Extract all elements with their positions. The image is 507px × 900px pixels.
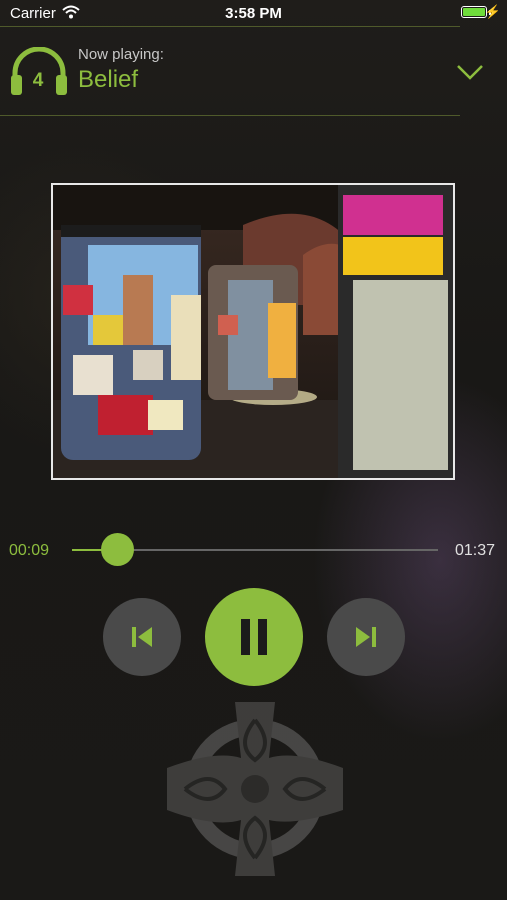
progress-slider-thumb[interactable]: [101, 533, 134, 566]
exhibition-photo: [53, 185, 453, 478]
battery-icon: [461, 6, 487, 18]
next-icon: [356, 627, 376, 647]
now-playing-label: Now playing:: [78, 46, 164, 63]
total-duration: 01:37: [455, 542, 496, 559]
pause-icon: [241, 619, 267, 655]
chevron-down-icon[interactable]: [452, 58, 488, 84]
track-artwork: [51, 183, 455, 480]
next-button[interactable]: [327, 598, 405, 676]
clock: 3:58 PM: [225, 5, 282, 22]
previous-button[interactable]: [103, 598, 181, 676]
pause-button[interactable]: [205, 588, 303, 686]
now-playing-header: [0, 27, 507, 115]
status-bar: Carrier 3:58 PM ⚡: [0, 0, 507, 28]
celtic-cross-icon: [167, 702, 343, 876]
previous-icon: [132, 627, 152, 647]
track-number: 4: [32, 70, 44, 91]
divider: [0, 115, 460, 116]
charging-icon: ⚡: [484, 4, 501, 19]
elapsed-time: 00:09: [9, 542, 50, 559]
track-title: Belief: [78, 66, 139, 93]
